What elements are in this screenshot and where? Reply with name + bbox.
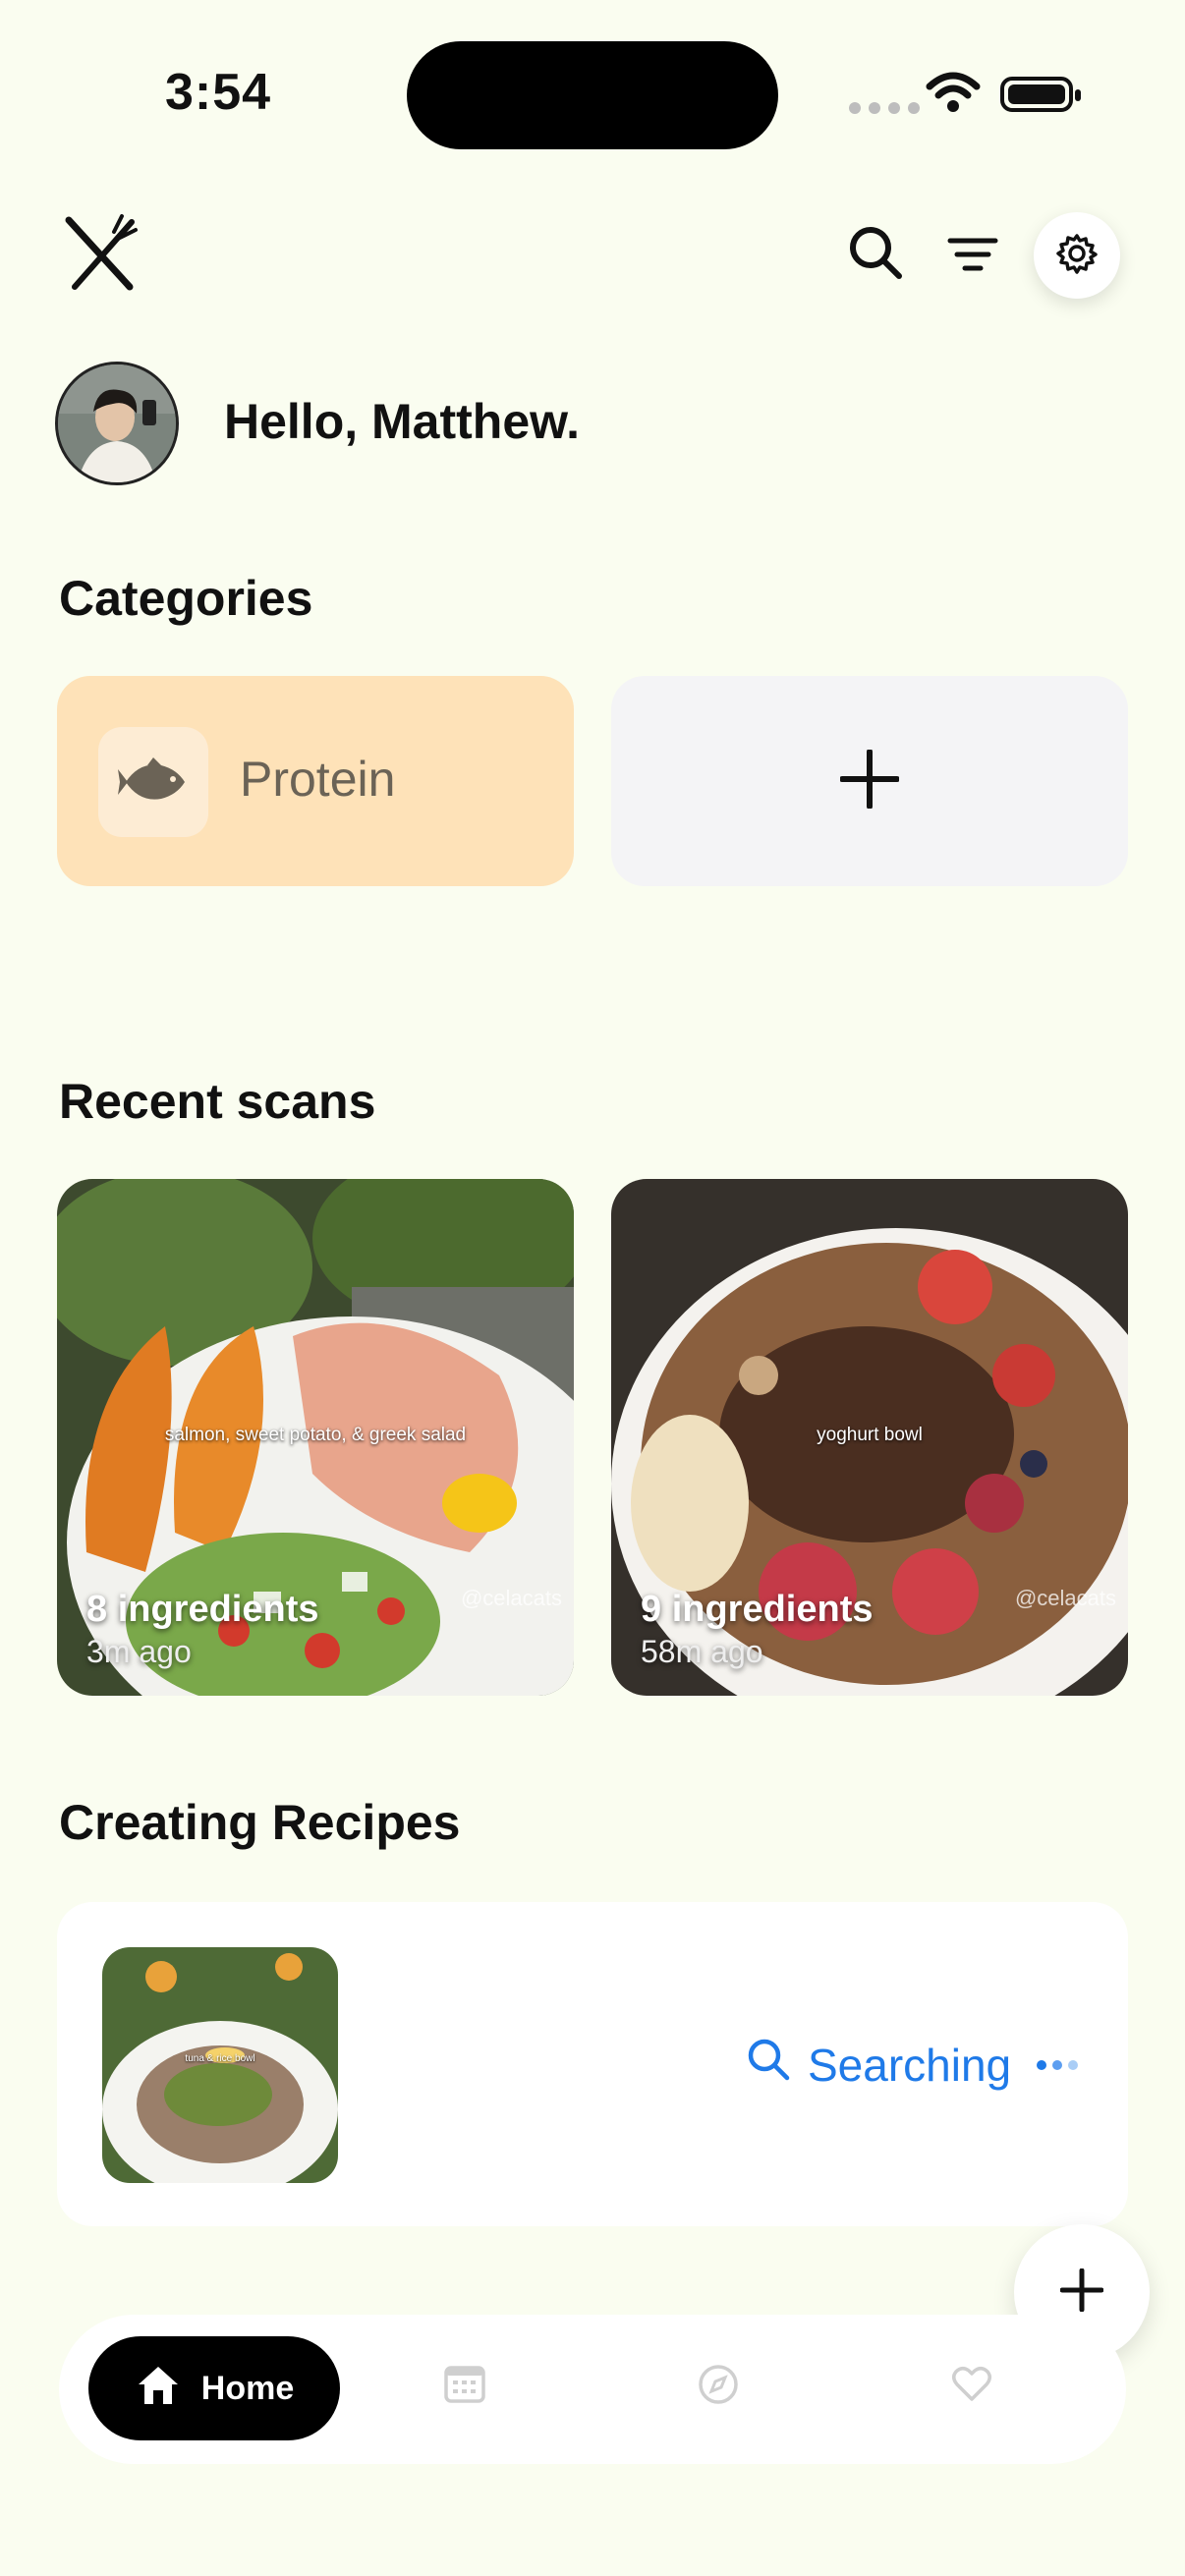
calendar-icon[interactable] (444, 2364, 485, 2408)
app-logo-icon (61, 214, 140, 298)
scan-caption: salmon, sweet potato, & greek salad (164, 1425, 467, 1445)
scan-card[interactable]: yoghurt bowl @celacats 9 ingredients 58m… (611, 1179, 1128, 1696)
compass-icon[interactable] (698, 2364, 739, 2410)
scan-caption: yoghurt bowl (817, 1425, 923, 1445)
category-label: Protein (240, 752, 396, 807)
filter-icon[interactable] (947, 236, 998, 280)
scan-watermark: @celacats (460, 1586, 562, 1610)
scan-ingredient-count: 9 ingredients (641, 1589, 874, 1630)
creating-recipes-title: Creating Recipes (59, 1795, 461, 1850)
recipe-thumb-caption: tuna & rice bowl (185, 2053, 255, 2064)
home-icon (135, 2363, 182, 2415)
settings-button[interactable] (1034, 212, 1120, 299)
scan-watermark: @celacats (1014, 1586, 1116, 1610)
searching-label: Searching (808, 2039, 1012, 2091)
scan-ingredient-count: 8 ingredients (86, 1589, 319, 1630)
status-time: 3:54 (165, 64, 272, 121)
recent-scans-title: Recent scans (59, 1074, 376, 1129)
add-category-button[interactable] (611, 676, 1128, 886)
searching-status: Searching (747, 2038, 1079, 2092)
loading-dots-icon (1037, 2059, 1079, 2070)
categories-title: Categories (59, 571, 313, 626)
search-icon[interactable] (847, 224, 904, 286)
avatar[interactable] (55, 362, 179, 485)
nav-home-tab[interactable]: Home (88, 2336, 340, 2440)
greeting-text: Hello, Matthew. (224, 394, 581, 449)
dynamic-island (407, 41, 778, 149)
search-icon (747, 2038, 790, 2092)
plus-icon (1059, 2268, 1104, 2317)
scan-time: 58m ago (641, 1634, 763, 1669)
nav-home-label: Home (200, 2369, 295, 2407)
heart-icon[interactable] (951, 2364, 992, 2408)
fish-icon (98, 727, 208, 837)
gear-icon (1055, 232, 1099, 280)
wifi-icon (926, 71, 981, 119)
scan-time: 3m ago (86, 1634, 192, 1669)
plus-icon (839, 748, 900, 813)
recipe-thumbnail: tuna & rice bowl (102, 1947, 338, 2183)
cellular-signal-icon (849, 102, 920, 114)
scan-card[interactable]: salmon, sweet potato, & greek salad @cel… (57, 1179, 574, 1696)
battery-icon (1000, 77, 1081, 112)
